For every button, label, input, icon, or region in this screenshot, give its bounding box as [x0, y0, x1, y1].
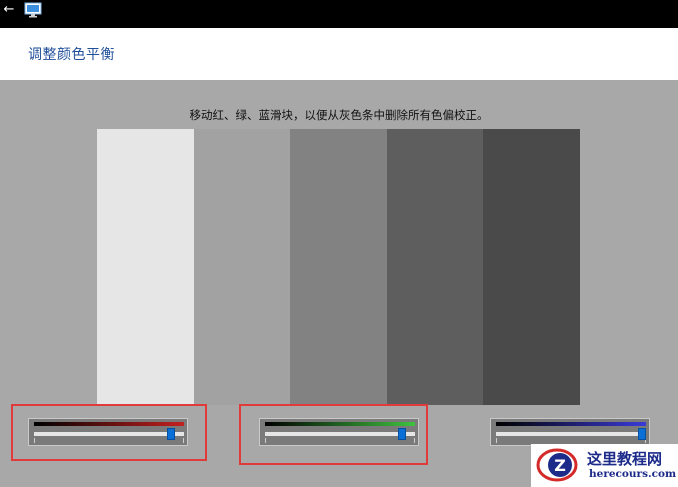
gray-bar-4	[386, 129, 484, 405]
gray-bars	[97, 129, 580, 405]
red-slider-highlight	[11, 404, 207, 461]
gray-bar-2	[193, 129, 291, 405]
watermark-cn: 这里教程网	[587, 450, 663, 468]
watermark-en: herecours.com	[589, 468, 677, 480]
page-header: 调整颜色平衡	[0, 28, 678, 80]
green-slider-highlight	[239, 404, 428, 465]
blue-gradient	[496, 422, 646, 426]
gray-bar-3	[290, 129, 387, 405]
blue-slider-ticks	[496, 438, 646, 443]
blue-slider[interactable]	[490, 418, 650, 446]
site-logo-icon: Z	[536, 448, 578, 482]
instructions-text: 移动红、绿、蓝滑块，以便从灰色条中删除所有色偏校正。	[189, 108, 489, 122]
watermark: Z 这里教程网 herecours.com	[531, 444, 678, 487]
blue-slider-thumb[interactable]	[637, 428, 646, 440]
gray-bar-5	[483, 129, 580, 405]
display-monitor-icon	[24, 2, 42, 18]
back-arrow-icon[interactable]: ←	[0, 0, 18, 20]
blue-slider-track[interactable]	[496, 432, 646, 436]
title-bar: ←	[0, 0, 678, 28]
page-title: 调整颜色平衡	[28, 47, 115, 63]
svg-text:Z: Z	[554, 456, 566, 475]
color-balance-area: 移动红、绿、蓝滑块，以便从灰色条中删除所有色偏校正。	[0, 80, 678, 487]
gray-bar-1	[97, 129, 194, 405]
